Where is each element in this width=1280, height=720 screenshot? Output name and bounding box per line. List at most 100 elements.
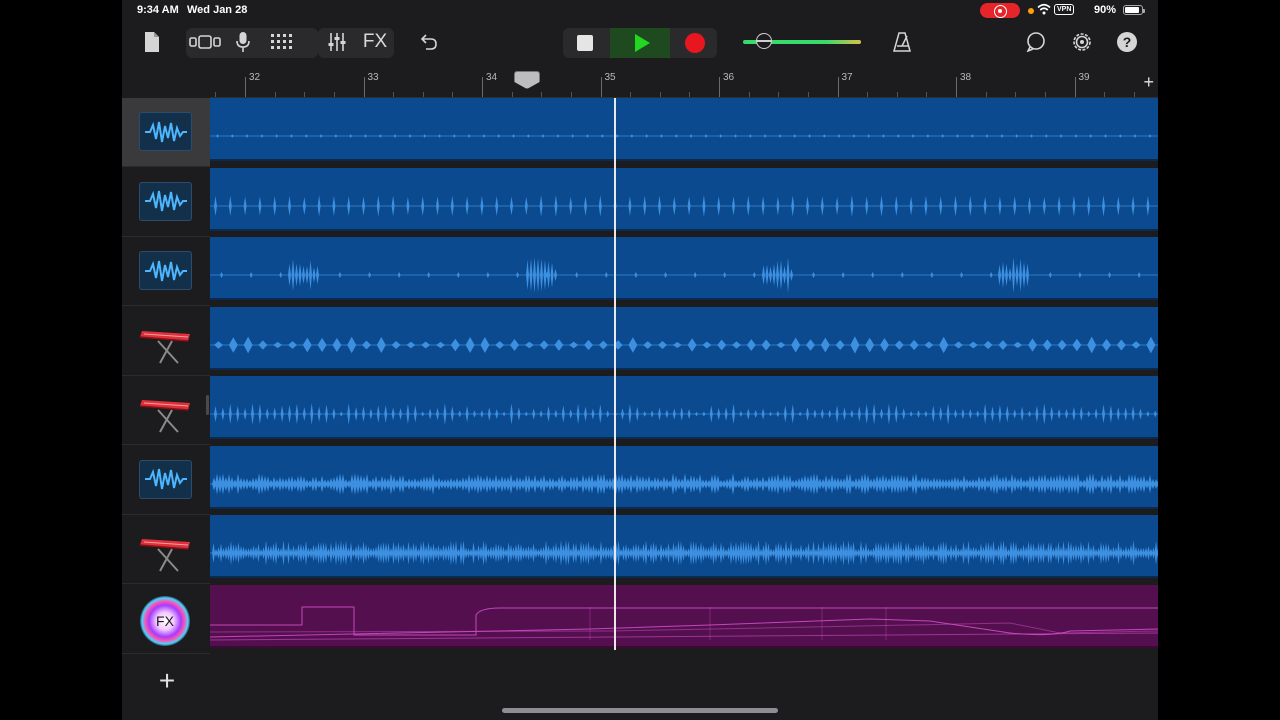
bar-number: 34 <box>486 72 498 83</box>
mixer-button[interactable] <box>321 22 353 62</box>
audio-region-1[interactable] <box>210 98 1158 161</box>
add-section-button[interactable]: + <box>1143 72 1154 93</box>
beat-tick <box>985 92 987 97</box>
vpn-badge: VPN <box>1054 4 1075 15</box>
microphone-icon <box>236 32 250 52</box>
header-resize-grip[interactable] <box>206 395 209 415</box>
bar-tick <box>600 77 602 97</box>
volume-knob[interactable] <box>756 33 773 49</box>
master-volume-slider[interactable] <box>743 33 861 49</box>
audio-region-7[interactable] <box>210 515 1158 578</box>
track-header-1[interactable] <box>122 98 210 167</box>
settings-button[interactable] <box>1066 22 1098 62</box>
record-icon <box>685 33 705 53</box>
beat-tick <box>659 92 661 97</box>
record-button[interactable] <box>673 28 717 58</box>
play-button[interactable] <box>610 28 670 58</box>
beat-tick <box>570 92 572 97</box>
bar-number: 32 <box>249 72 261 83</box>
waveform <box>210 257 1158 293</box>
beat-tick <box>393 92 395 97</box>
sliders-icon <box>328 33 346 51</box>
beat-tick <box>807 92 809 97</box>
garageband-screen: 9:34 AM Wed Jan 28 VPN 90% FX ? 32 33 34… <box>122 0 1158 720</box>
bar-tick <box>1074 77 1076 97</box>
track-header-8[interactable]: FX <box>122 585 210 654</box>
stop-button[interactable] <box>563 28 607 58</box>
loop-browser-button[interactable] <box>1020 22 1052 62</box>
grid-icon <box>271 34 292 49</box>
bar-tick <box>719 77 720 97</box>
fx-icon-label: FX <box>156 612 174 629</box>
loop-icon <box>1026 32 1045 52</box>
bar-tick <box>363 77 365 97</box>
beat-tick <box>1104 92 1106 97</box>
smart-controls-button[interactable] <box>226 22 260 62</box>
help-button[interactable]: ? <box>1112 22 1142 62</box>
waveform <box>210 472 1158 495</box>
undo-button[interactable] <box>412 22 444 62</box>
my-songs-button[interactable] <box>137 22 167 62</box>
beat-tick <box>511 92 513 97</box>
audio-region-4[interactable] <box>210 306 1158 370</box>
bar-number: 38 <box>960 72 972 83</box>
transport-controls <box>563 28 717 58</box>
stop-icon <box>577 35 593 51</box>
beat-tick <box>274 92 276 97</box>
add-track-button[interactable]: + <box>152 666 182 696</box>
home-indicator <box>502 708 778 713</box>
timeline-ruler[interactable]: 32 33 34 35 36 37 38 39 + <box>210 70 1158 98</box>
fx-automation-region[interactable] <box>210 584 1158 648</box>
track-header-2[interactable] <box>122 168 210 237</box>
keyboard-icon <box>139 330 190 364</box>
grid-view-button[interactable] <box>265 22 299 62</box>
beat-tick <box>422 92 424 97</box>
track-header-5[interactable] <box>122 376 210 445</box>
audio-region-5[interactable] <box>210 376 1158 439</box>
metronome-button[interactable] <box>887 22 917 62</box>
beat-tick <box>778 92 780 97</box>
waveform <box>210 540 1158 566</box>
track-header-4[interactable] <box>122 307 210 376</box>
audio-region-3[interactable] <box>210 237 1158 300</box>
beat-tick <box>215 92 217 97</box>
beat-tick <box>541 92 543 97</box>
waveform <box>210 194 1158 217</box>
tracks-area[interactable] <box>210 98 1158 720</box>
beat-tick <box>926 92 928 97</box>
toolbar: FX ? <box>122 22 1158 70</box>
track-header-7[interactable] <box>122 515 210 584</box>
beat-tick <box>304 92 306 97</box>
screen-recording-icon[interactable] <box>980 3 1020 18</box>
document-icon <box>145 32 159 52</box>
keyboard-icon <box>139 539 190 572</box>
play-icon <box>634 34 650 52</box>
track-headers: FX + <box>122 98 210 720</box>
undo-icon <box>420 34 437 50</box>
audio-region-6[interactable] <box>210 445 1158 509</box>
status-time: 9:34 AM <box>137 4 179 16</box>
beat-tick <box>1015 92 1017 97</box>
waveform-icon <box>139 251 192 290</box>
waveform <box>210 335 1158 354</box>
bar-number: 37 <box>841 72 853 83</box>
audio-region-2[interactable] <box>210 167 1158 231</box>
battery-percentage: 90% <box>1094 4 1117 16</box>
waveform-icon <box>139 459 192 499</box>
waveform-icon <box>139 112 192 151</box>
track-header-6[interactable] <box>122 446 210 515</box>
fx-icon: FX <box>140 595 190 646</box>
waveform-glyph <box>144 190 187 212</box>
bar-tick <box>482 77 483 97</box>
track-header-3[interactable] <box>122 237 210 306</box>
metronome-icon <box>893 32 911 52</box>
wifi-icon <box>1037 3 1051 15</box>
waveform <box>210 403 1158 425</box>
fx-button[interactable]: FX <box>358 22 392 62</box>
fx-label: FX <box>362 31 388 52</box>
browser-button[interactable] <box>188 22 222 62</box>
waveform-glyph <box>144 468 187 490</box>
waveform <box>210 134 1158 138</box>
beat-tick <box>689 92 691 97</box>
automation-curves <box>210 606 1158 640</box>
